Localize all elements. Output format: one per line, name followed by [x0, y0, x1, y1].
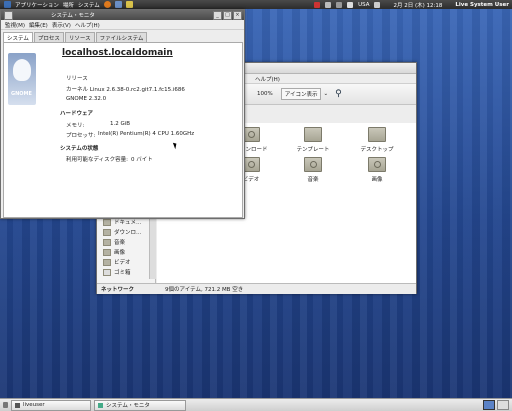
- release-label: リリース: [66, 76, 88, 82]
- menu-view[interactable]: 表示(V): [52, 21, 71, 29]
- minimize-icon[interactable]: _: [213, 10, 222, 20]
- system-info-panel: GNOME localhost.localdomain リリース カーネル Li…: [3, 42, 243, 218]
- folder-icon: [103, 248, 111, 256]
- hostname: localhost.localdomain: [62, 48, 173, 58]
- system-status-heading: システムの状態: [60, 146, 99, 152]
- menu-places[interactable]: 場所: [63, 1, 74, 9]
- maximize-icon[interactable]: □: [223, 10, 232, 20]
- workspace-1[interactable]: [483, 400, 495, 410]
- fedora-icon[interactable]: [4, 1, 11, 8]
- hardware-heading: ハードウェア: [60, 111, 94, 117]
- gnome-logo: GNOME: [8, 53, 36, 105]
- monitor-icon: [98, 402, 103, 408]
- kernel-info: カーネル Linux 2.6.38-0.rc2.git7.1.fc15.i686: [66, 87, 185, 93]
- system-monitor-titlebar[interactable]: システム・モニタ _ □ ×: [1, 10, 244, 20]
- notes-icon[interactable]: [125, 1, 133, 8]
- window-title: システム・モニタ: [51, 13, 95, 19]
- system-monitor-window: システム・モニタ _ □ × 監視(M) 編集(E) 表示(V) ヘルプ(H) …: [0, 9, 245, 219]
- folder-icon: [368, 127, 386, 142]
- disk-value: 0 バイト: [131, 157, 153, 163]
- zoom-level[interactable]: 100%: [257, 91, 273, 97]
- processor-label: プロセッサ:: [66, 133, 96, 139]
- sidebar-item-videos[interactable]: ビデオ: [97, 257, 155, 267]
- processor-value: Intel(R) Pentium(R) 4 CPU 1.60GHz: [98, 131, 195, 137]
- folder-icon: [103, 218, 111, 226]
- keyboard-layout[interactable]: USA: [358, 2, 369, 8]
- trash-icon: [103, 268, 111, 276]
- workspace-2[interactable]: [497, 400, 509, 410]
- sidebar-item-trash[interactable]: ゴミ箱: [97, 267, 155, 277]
- memory-value: 1.2 GiB: [110, 121, 131, 127]
- folder-icon: [103, 238, 111, 246]
- battery-icon[interactable]: [325, 1, 332, 8]
- keyboard-icon[interactable]: [374, 1, 381, 8]
- disk-label: 利用可能なディスク容量:: [66, 157, 128, 163]
- menu-applications[interactable]: アプリケーション: [15, 1, 59, 9]
- show-desktop-icon[interactable]: [3, 402, 8, 408]
- menu-help[interactable]: ヘルプ(H): [75, 21, 100, 29]
- window-menu-icon[interactable]: [4, 10, 13, 20]
- folder-music[interactable]: 音楽: [289, 157, 337, 183]
- sidebar-scrollbar[interactable]: [149, 213, 156, 279]
- user-name[interactable]: Live System User: [455, 2, 509, 8]
- menu-edit[interactable]: 編集(E): [29, 21, 48, 29]
- gnome-foot-icon: [13, 59, 31, 81]
- search-icon[interactable]: ⚲: [335, 89, 342, 99]
- sidebar-item-downloads[interactable]: ダウンロ…: [97, 227, 155, 237]
- window-icon: [15, 402, 20, 408]
- chevron-down-icon[interactable]: ⌄: [323, 91, 328, 97]
- memory-label: メモリ:: [66, 123, 85, 129]
- clock[interactable]: 2月 2日 (木) 12:18: [393, 1, 442, 9]
- status-text: 9個のアイテム, 721.2 MB 空き: [165, 287, 244, 293]
- folder-icon: [304, 127, 322, 142]
- folder-desktop[interactable]: デスクトップ: [353, 127, 401, 153]
- folder-pictures[interactable]: 画像: [353, 157, 401, 183]
- system-monitor-menubar: 監視(M) 編集(E) 表示(V) ヘルプ(H): [1, 20, 244, 30]
- folder-icon: [368, 157, 386, 172]
- bottom-panel: liveuser システム・モニタ: [0, 398, 512, 411]
- folder-icon: [103, 228, 111, 236]
- task-liveuser[interactable]: liveuser: [11, 399, 91, 411]
- menu-monitor[interactable]: 監視(M): [5, 21, 25, 29]
- gnome-version: GNOME 2.32.0: [66, 96, 107, 102]
- top-panel: アプリケーション 場所 システム USA 2月 2日 (木) 12:18 Liv…: [0, 0, 512, 9]
- sidebar-item-music[interactable]: 音楽: [97, 237, 155, 247]
- folder-icon: [103, 258, 111, 266]
- firefox-icon[interactable]: [103, 1, 111, 8]
- view-mode-select[interactable]: アイコン表示: [280, 88, 322, 100]
- task-system-monitor[interactable]: システム・モニタ: [94, 399, 186, 411]
- network-icon[interactable]: [336, 1, 343, 8]
- sidebar-mode-select[interactable]: ネットワーク: [97, 285, 159, 293]
- status-bar: ネットワーク 9個のアイテム, 721.2 MB 空き: [97, 283, 416, 294]
- alert-icon[interactable]: [314, 1, 321, 8]
- folder-templates[interactable]: テンプレート: [289, 127, 337, 153]
- menu-system[interactable]: システム: [78, 1, 100, 9]
- sidebar-item-pictures[interactable]: 画像: [97, 247, 155, 257]
- folder-icon: [304, 157, 322, 172]
- menu-help[interactable]: ヘルプ(H): [255, 75, 280, 83]
- volume-icon[interactable]: [347, 1, 354, 8]
- close-icon[interactable]: ×: [233, 10, 242, 20]
- mail-icon[interactable]: [114, 1, 122, 8]
